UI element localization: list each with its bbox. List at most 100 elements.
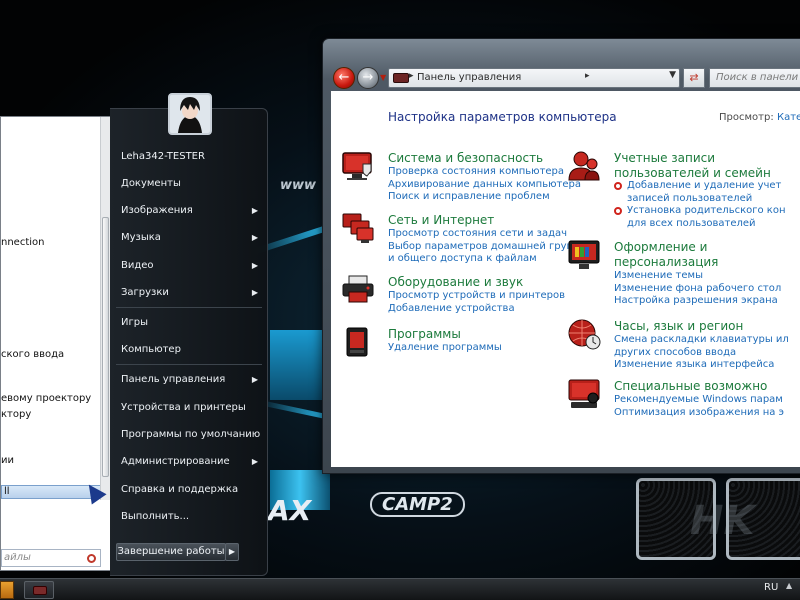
- category-link[interactable]: Выбор параметров домашней группы: [388, 241, 587, 254]
- shutdown-options-button[interactable]: ▶: [225, 543, 239, 561]
- category-title[interactable]: Учетные записи: [614, 150, 715, 166]
- start-item-label: Музыка: [121, 232, 161, 243]
- start-item-music[interactable]: Музыка ▶: [110, 227, 268, 249]
- start-search-input[interactable]: айлы: [1, 549, 101, 567]
- category-link[interactable]: Проверка состояния компьютера: [388, 166, 581, 179]
- control-panel-content: Настройка параметров компьютера Просмотр…: [331, 91, 800, 467]
- start-item-help-support[interactable]: Справка и поддержка: [110, 479, 268, 501]
- scrollbar-thumb[interactable]: [102, 217, 109, 477]
- start-item-control-panel[interactable]: Панель управления ▶: [110, 369, 268, 391]
- globe-clock-icon: [568, 319, 601, 350]
- category-link[interactable]: Изменение языка интерфейса: [614, 359, 789, 372]
- category-link[interactable]: записей пользователей: [614, 193, 786, 206]
- language-indicator[interactable]: RU: [764, 582, 778, 593]
- start-item-video[interactable]: Видео ▶: [110, 255, 268, 277]
- category-links: Изменение темы Изменение фона рабочего с…: [614, 270, 781, 308]
- category-links: Просмотр устройств и принтеров Добавлени…: [388, 290, 565, 315]
- refresh-button[interactable]: ⇄: [683, 68, 705, 88]
- category-title[interactable]: Сеть и Интернет: [388, 212, 494, 228]
- program-item[interactable]: ктору: [1, 409, 31, 420]
- program-item[interactable]: nnection: [1, 237, 44, 248]
- category-title-line2[interactable]: пользователей и семейн: [614, 165, 771, 181]
- menu-divider: [116, 364, 262, 365]
- user-name-link[interactable]: Leha342-TESTER: [110, 146, 268, 168]
- start-item-pictures[interactable]: Изображения ▶: [110, 200, 268, 222]
- breadcrumb-chevron-icon[interactable]: ▸: [409, 71, 414, 81]
- history-dropdown-icon[interactable]: ▼: [380, 73, 386, 82]
- category-links: Добавление и удаление учет записей польз…: [614, 180, 786, 230]
- category-link[interactable]: Добавление устройства: [388, 303, 565, 316]
- category-title[interactable]: Специальные возможно: [614, 378, 767, 394]
- menu-divider: [116, 307, 262, 308]
- tray-expand-icon[interactable]: ▲: [786, 581, 798, 597]
- programs-scrollbar[interactable]: [100, 117, 110, 500]
- category-title[interactable]: Оборудование и звук: [388, 274, 523, 290]
- wallpaper-text-hk: HK: [690, 498, 755, 544]
- category-link[interactable]: Просмотр состояния сети и задач: [388, 228, 587, 241]
- search-input[interactable]: Поиск в панели упр: [709, 68, 800, 88]
- category-link[interactable]: Архивирование данных компьютера: [388, 179, 581, 192]
- category-link[interactable]: Поиск и исправление проблем: [388, 191, 581, 204]
- category-links: Проверка состояния компьютера Архивирова…: [388, 166, 581, 204]
- shutdown-button[interactable]: Завершение работы: [116, 543, 226, 561]
- view-mode-link[interactable]: Кате: [777, 112, 800, 123]
- avatar[interactable]: [168, 93, 212, 135]
- category-title-line2[interactable]: персонализация: [614, 254, 718, 270]
- breadcrumb-chevron-icon[interactable]: ▸: [585, 71, 590, 81]
- start-item-label: Видео: [121, 260, 154, 271]
- category-link[interactable]: Изменение темы: [614, 270, 781, 283]
- address-bar[interactable]: ▸ Панель управления ▸ ▼: [388, 68, 680, 88]
- page-title: Настройка параметров компьютера: [388, 110, 617, 124]
- category-title[interactable]: Оформление и: [614, 239, 707, 255]
- wallpaper-text-camp: CAMP2: [370, 492, 465, 517]
- wallpaper-text-max: AX: [268, 494, 312, 527]
- chevron-right-icon: ▶: [251, 457, 258, 466]
- start-item-label: Программы по умолчанию: [121, 429, 261, 440]
- category-link[interactable]: Установка родительского кон: [614, 205, 786, 218]
- start-item-run[interactable]: Выполнить...: [110, 506, 268, 528]
- forward-button[interactable]: →: [357, 67, 379, 89]
- back-button[interactable]: ←: [333, 67, 355, 89]
- category-link[interactable]: Просмотр устройств и принтеров: [388, 290, 565, 303]
- category-link[interactable]: Смена раскладки клавиатуры ил: [614, 334, 789, 347]
- category-link[interactable]: Удаление программы: [388, 342, 502, 355]
- category-title[interactable]: Часы, язык и регион: [614, 318, 743, 334]
- start-item-documents[interactable]: Документы: [110, 173, 268, 195]
- category-link[interactable]: Настройка разрешения экрана: [614, 295, 781, 308]
- start-item-default-programs[interactable]: Программы по умолчанию: [110, 424, 268, 446]
- start-menu-places-pane: Leha342-TESTER Документы Изображения ▶ Му…: [110, 93, 268, 576]
- program-item[interactable]: евому проектору: [1, 393, 91, 404]
- address-text[interactable]: Панель управления: [417, 72, 521, 83]
- start-item-label: Документы: [121, 178, 181, 189]
- printer-icon: [342, 275, 374, 303]
- taskbar-control-panel-button[interactable]: [24, 581, 54, 599]
- start-item-devices-printers[interactable]: Устройства и принтеры: [110, 397, 268, 419]
- start-item-downloads[interactable]: Загрузки ▶: [110, 282, 268, 304]
- start-item-games[interactable]: Игры: [110, 312, 268, 334]
- start-item-administration[interactable]: Администрирование ▶: [110, 451, 268, 473]
- start-menu-programs-pane: nnection ского ввода евому проектору кто…: [0, 116, 110, 571]
- address-dropdown-icon[interactable]: ▼: [669, 70, 676, 80]
- category-link[interactable]: и общего доступа к файлам: [388, 253, 587, 266]
- start-item-label: Игры: [121, 317, 148, 328]
- program-item[interactable]: ии: [1, 455, 14, 466]
- start-item-label: Загрузки: [121, 287, 169, 298]
- wallpaper-text-www: www: [280, 178, 317, 193]
- category-title[interactable]: Система и безопасность: [388, 150, 543, 166]
- programs-list: nnection ского ввода евому проектору кто…: [1, 117, 101, 535]
- category-link[interactable]: для всех пользователей: [614, 218, 786, 231]
- category-link[interactable]: Рекомендуемые Windows парам: [614, 394, 784, 407]
- taskbar-media-player-button[interactable]: [0, 581, 14, 599]
- category-link[interactable]: других способов ввода: [614, 347, 789, 360]
- category-link[interactable]: Добавление и удаление учет: [614, 180, 786, 193]
- program-item[interactable]: ского ввода: [1, 349, 64, 360]
- control-panel-window[interactable]: ← → ▼ ▸ Панель управления ▸ ▼ ⇄ Поиск в …: [322, 38, 800, 474]
- category-title[interactable]: Программы: [388, 326, 461, 342]
- search-icon[interactable]: [87, 554, 96, 563]
- chevron-right-icon: ▶: [251, 375, 258, 384]
- category-links: Просмотр состояния сети и задач Выбор па…: [388, 228, 587, 266]
- chevron-right-icon: ▶: [251, 261, 258, 270]
- category-link[interactable]: Оптимизация изображения на э: [614, 407, 784, 420]
- start-item-computer[interactable]: Компьютер: [110, 339, 268, 361]
- category-link[interactable]: Изменение фона рабочего стол: [614, 283, 781, 296]
